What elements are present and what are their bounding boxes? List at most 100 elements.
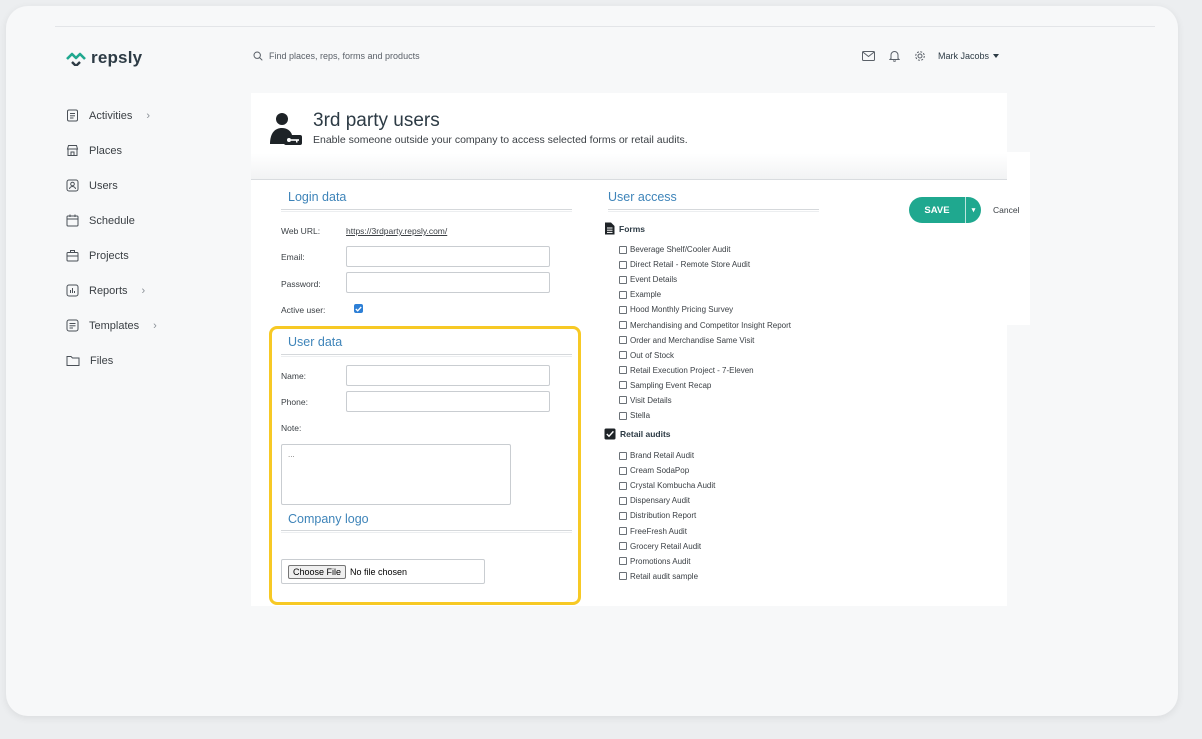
sidebar-item-label: Reports (89, 284, 128, 297)
user-key-icon (270, 113, 302, 145)
bell-icon[interactable] (889, 50, 900, 62)
form-checkbox-item[interactable]: Retail Execution Project - 7-Eleven (619, 363, 791, 378)
checkbox[interactable] (619, 321, 627, 330)
checkbox[interactable] (619, 396, 627, 405)
checkbox[interactable] (619, 366, 627, 375)
checkbox[interactable] (619, 542, 627, 551)
sidebar-item-places[interactable]: Places (66, 133, 157, 168)
sidebar-item-users[interactable]: Users (66, 168, 157, 203)
checkbox[interactable] (619, 245, 627, 254)
phone-field[interactable] (346, 391, 550, 412)
audit-checkbox-item[interactable]: Retail audit sample (619, 569, 715, 584)
checkbox-label: Sampling Event Recap (630, 380, 712, 390)
repsly-logo[interactable]: repsly (65, 48, 142, 68)
web-url-label: Web URL: (281, 226, 321, 236)
page-subtitle: Enable someone outside your company to a… (313, 134, 688, 146)
form-checkbox-item[interactable]: Direct Retail - Remote Store Audit (619, 257, 791, 272)
sidebar-item-schedule[interactable]: Schedule (66, 203, 157, 238)
active-user-label: Active user: (281, 305, 326, 315)
checkbox[interactable] (619, 527, 627, 536)
form-checkbox-item[interactable]: Out of Stock (619, 348, 791, 363)
checkbox[interactable] (619, 481, 627, 490)
web-url-link[interactable]: https://3rdparty.repsly.com/ (346, 226, 447, 236)
name-field[interactable] (346, 365, 550, 386)
sidebar-item-templates[interactable]: Templates › (66, 308, 157, 343)
checkbox[interactable] (619, 451, 627, 460)
checkbox-label: Event Details (630, 275, 678, 285)
sidebar-item-files[interactable]: Files (66, 343, 157, 378)
form-checkbox-item[interactable]: Sampling Event Recap (619, 378, 791, 393)
form-checkbox-item[interactable]: Visit Details (619, 393, 791, 408)
projects-icon (66, 250, 79, 262)
login-data-divider (281, 209, 572, 212)
audit-checkbox-item[interactable]: Promotions Audit (619, 554, 715, 569)
forms-group-label: Forms (619, 223, 645, 234)
form-checkbox-item[interactable]: Event Details (619, 272, 791, 287)
checkbox[interactable] (619, 496, 627, 505)
checkbox[interactable] (619, 260, 627, 269)
chevron-down-icon (993, 54, 1000, 58)
checkbox[interactable] (619, 572, 627, 581)
cancel-button[interactable]: Cancel (993, 205, 1019, 215)
checkmark-icon (355, 306, 362, 312)
checkbox-label: Visit Details (630, 395, 672, 405)
checkbox-label: Merchandising and Competitor Insight Rep… (630, 320, 791, 330)
sidebar-item-label: Templates (89, 319, 140, 332)
checkbox[interactable] (619, 381, 627, 390)
email-field[interactable] (346, 246, 550, 267)
audit-checkbox-item[interactable]: Crystal Kombucha Audit (619, 478, 715, 493)
note-textarea[interactable] (281, 444, 511, 505)
sidebar-item-label: Places (89, 144, 123, 157)
audit-checkbox-item[interactable]: Brand Retail Audit (619, 448, 715, 463)
password-field[interactable] (346, 272, 550, 293)
name-label: Name: (281, 371, 307, 381)
checkbox[interactable] (619, 336, 627, 345)
checkbox[interactable] (619, 305, 627, 314)
checkbox-label: Stella (630, 411, 651, 421)
form-checkbox-item[interactable]: Example (619, 287, 791, 302)
sidebar-item-label: Files (90, 354, 114, 367)
search-input[interactable] (269, 51, 569, 61)
checked-box-icon (604, 428, 616, 440)
login-data-title: Login data (288, 190, 347, 204)
form-checkbox-item[interactable]: Hood Monthly Pricing Survey (619, 302, 791, 317)
audit-checkbox-item[interactable]: Distribution Report (619, 508, 715, 523)
audit-checkbox-item[interactable]: Dispensary Audit (619, 493, 715, 508)
choose-file-button[interactable]: Choose File (288, 564, 347, 579)
save-button[interactable]: SAVE ▾ (909, 197, 981, 223)
sidebar-item-projects[interactable]: Projects (66, 238, 157, 273)
checkbox-label: Order and Merchandise Same Visit (630, 335, 755, 345)
checkbox[interactable] (619, 511, 627, 520)
document-icon (605, 222, 615, 235)
audit-checkbox-item[interactable]: Cream SodaPop (619, 463, 715, 478)
forms-group-header: Forms (604, 222, 645, 235)
repsly-logo-icon (66, 52, 86, 66)
sidebar-item-activities[interactable]: Activities › (66, 98, 157, 133)
form-checkbox-item[interactable]: Beverage Shelf/Cooler Audit (619, 242, 791, 257)
user-data-divider (281, 354, 572, 357)
form-checkbox-item[interactable]: Stella (619, 408, 791, 423)
checkbox[interactable] (619, 411, 627, 420)
chevron-down-icon[interactable]: ▾ (966, 206, 981, 214)
search-icon (253, 51, 263, 61)
checkbox[interactable] (619, 557, 627, 566)
mail-icon[interactable] (862, 51, 875, 61)
audit-checkbox-item[interactable]: Grocery Retail Audit (619, 539, 715, 554)
active-user-checkbox[interactable] (354, 304, 363, 313)
global-search[interactable] (253, 51, 569, 61)
user-menu[interactable]: Mark Jacobs (938, 51, 1000, 61)
checkbox[interactable] (619, 275, 627, 284)
checkbox[interactable] (619, 351, 627, 360)
sidebar-item-reports[interactable]: Reports › (66, 273, 157, 308)
form-checkbox-item[interactable]: Order and Merchandise Same Visit (619, 333, 791, 348)
checkbox[interactable] (619, 290, 627, 299)
checkbox-label: FreeFresh Audit (630, 526, 687, 536)
form-checkbox-item[interactable]: Merchandising and Competitor Insight Rep… (619, 317, 791, 332)
audit-checkbox-item[interactable]: FreeFresh Audit (619, 523, 715, 538)
gear-icon[interactable] (914, 50, 926, 62)
sidebar-item-label: Projects (89, 249, 129, 262)
company-logo-title: Company logo (288, 512, 369, 526)
folder-icon (66, 356, 80, 366)
checkbox[interactable] (619, 466, 627, 475)
user-data-title: User data (288, 335, 343, 349)
